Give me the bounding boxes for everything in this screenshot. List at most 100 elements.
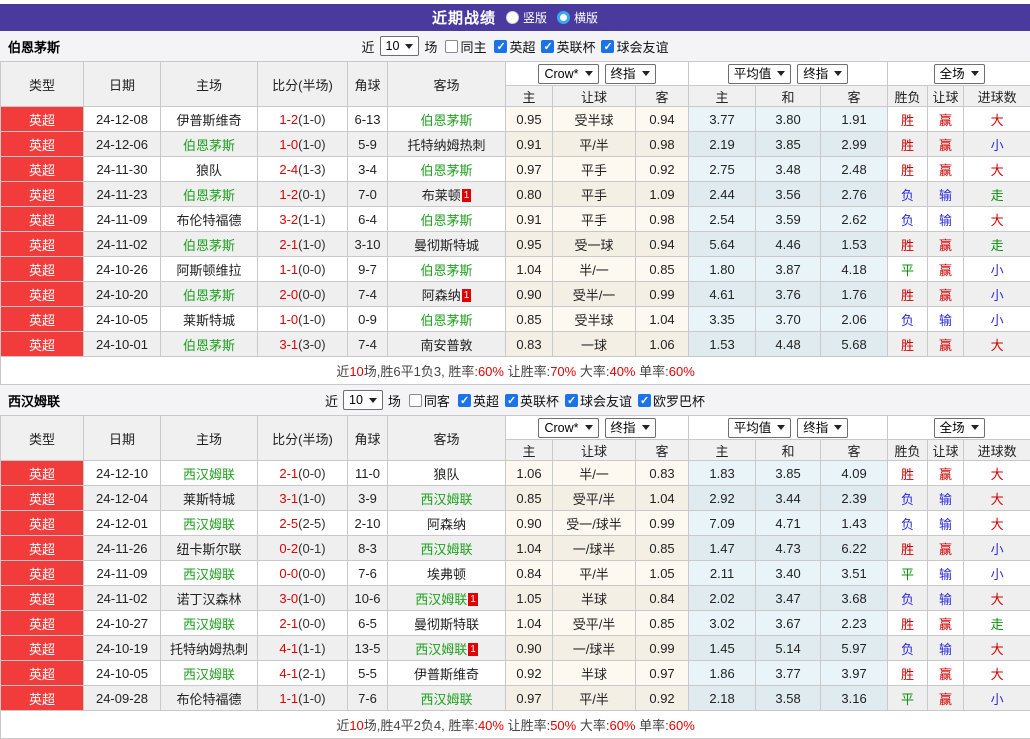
away-team-cell: 西汉姆联1 [388, 636, 506, 661]
away-team-cell: 埃弗顿 [388, 561, 506, 586]
fulltime-score: 1-0 [279, 312, 298, 327]
view-option-horizontal[interactable]: 横版 [557, 9, 598, 26]
halftime-score: (3-0) [298, 337, 325, 352]
away-team-cell: 曼彻斯特联 [388, 611, 506, 636]
chevron-down-icon [834, 71, 842, 76]
verdict-cell: 输 [928, 207, 964, 232]
date-cell: 24-12-04 [84, 486, 161, 511]
same-venue-filter[interactable]: 同主 [445, 37, 486, 56]
summary-text: 近10场,胜4平2负4, 胜率:40% 让胜率:50% 大率:60% 单率:60… [1, 711, 1030, 739]
average-odds-cell: 4.46 [756, 232, 821, 257]
column-header: 客 [636, 440, 689, 461]
verdict-cell: 小 [964, 307, 1030, 332]
verdict-cell: 小 [964, 536, 1030, 561]
verdict-cell: 大 [964, 157, 1030, 182]
league-filter-label: 英联杯 [556, 37, 595, 56]
average-odds-cell: 2.62 [821, 207, 888, 232]
home-team-cell: 托特纳姆热刺 [161, 636, 258, 661]
chevron-down-icon [834, 425, 842, 430]
rows: 英超24-12-10西汉姆联2-1(0-0)11-0狼队1.06半/一0.831… [1, 461, 1030, 711]
verdict-cell: 胜 [888, 461, 928, 486]
verdict-cell: 大 [964, 511, 1030, 536]
away-team-cell: 曼彻斯特城 [388, 232, 506, 257]
verdict-cell: 平 [888, 561, 928, 586]
average-select[interactable]: 平均值 [728, 64, 792, 84]
average-odds-cell: 3.48 [756, 157, 821, 182]
column-header: 让球 [553, 86, 636, 107]
fulltime-score: 2-0 [279, 287, 298, 302]
handicap-odds-cell: 0.90 [506, 636, 553, 661]
halftime-score: (2-5) [298, 516, 325, 531]
average-odds-cell: 3.59 [756, 207, 821, 232]
away-team-name: 曼彻斯特联 [414, 617, 479, 632]
average-odds-cell: 3.68 [821, 586, 888, 611]
away-team-name: 西汉姆联 [420, 492, 472, 507]
league-filter[interactable]: 英联杯 [541, 37, 595, 56]
handicap-odds-cell: 1.09 [636, 182, 689, 207]
date-cell: 24-10-19 [84, 636, 161, 661]
league-filter[interactable]: 英超 [458, 391, 499, 410]
away-team-cell: 南安普敦 [388, 332, 506, 357]
same-venue-filter[interactable]: 同客 [409, 391, 450, 410]
scope-select[interactable]: 全场 [934, 418, 985, 438]
match-row: 英超24-10-01伯恩茅斯3-1(3-0)7-4南安普敦0.83一球1.061… [1, 332, 1030, 357]
bookmaker-select[interactable]: Crow* [538, 418, 598, 438]
league-filter[interactable]: 英超 [494, 37, 535, 56]
scope-select[interactable]: 全场 [934, 64, 985, 84]
select-value: 终指 [611, 66, 636, 82]
summary-segment: 40% [609, 364, 635, 379]
date-cell: 24-11-09 [84, 207, 161, 232]
match-row: 英超24-12-06伯恩茅斯1-0(1-0)5-9托特纳姆热刺0.91平/半0.… [1, 132, 1030, 157]
handicap-odds-cell: 平/半 [553, 561, 636, 586]
odds-stage-select[interactable]: 终指 [605, 64, 656, 84]
verdict-cell: 小 [964, 282, 1030, 307]
league-badge: 英超 [1, 561, 84, 586]
home-team-cell: 伯恩茅斯 [161, 132, 258, 157]
verdict-cell: 走 [964, 232, 1030, 257]
corners-cell: 6-5 [348, 611, 388, 636]
league-filter[interactable]: 球会友谊 [565, 391, 632, 410]
near-label: 近 [325, 391, 338, 410]
verdict-cell: 平 [888, 686, 928, 711]
corners-cell: 6-13 [348, 107, 388, 132]
recent-count-select[interactable]: 10 [343, 390, 383, 410]
match-row: 英超24-12-10西汉姆联2-1(0-0)11-0狼队1.06半/一0.831… [1, 461, 1030, 486]
halftime-score: (1-0) [298, 591, 325, 606]
odds-stage-select[interactable]: 终指 [605, 418, 656, 438]
league-filter[interactable]: 英联杯 [505, 391, 559, 410]
average-odds-cell: 3.70 [756, 307, 821, 332]
corners-cell: 0-9 [348, 307, 388, 332]
handicap-odds-cell: 0.85 [636, 536, 689, 561]
home-team-name: 布伦特福德 [176, 692, 241, 707]
handicap-odds-cell: 半/一 [553, 257, 636, 282]
filter-row: 西汉姆联 近 10 场 同客 英超英联杯球会友谊欧罗巴杯 [0, 385, 1030, 415]
league-filter[interactable]: 球会友谊 [601, 37, 668, 56]
column-header: 胜负 [888, 440, 928, 461]
corners-cell: 13-5 [348, 636, 388, 661]
column-header: 进球数 [964, 86, 1030, 107]
league-filter[interactable]: 欧罗巴杯 [638, 391, 705, 410]
score-cell: 2-1(0-0) [258, 461, 348, 486]
view-option-vertical[interactable]: 竖版 [506, 9, 547, 26]
home-team-name: 伯恩茅斯 [183, 288, 235, 303]
handicap-odds-cell: 0.84 [636, 586, 689, 611]
odds-stage-select[interactable]: 终指 [797, 418, 848, 438]
handicap-odds-cell: 0.94 [636, 232, 689, 257]
verdict-cell: 大 [964, 107, 1030, 132]
average-odds-cell: 2.48 [821, 157, 888, 182]
corners-cell: 5-9 [348, 132, 388, 157]
average-select[interactable]: 平均值 [728, 418, 792, 438]
average-odds-cell: 2.99 [821, 132, 888, 157]
score-cell: 2-1(1-0) [258, 232, 348, 257]
odds-stage-select[interactable]: 终指 [797, 64, 848, 84]
recent-count-select[interactable]: 10 [380, 36, 420, 56]
summary-segment: 单率: [636, 718, 669, 733]
checkbox-icon [505, 394, 518, 407]
away-team-cell: 伊普斯维奇 [388, 661, 506, 686]
bookmaker-select[interactable]: Crow* [538, 64, 598, 84]
corners-cell: 7-6 [348, 686, 388, 711]
date-cell: 24-10-05 [84, 661, 161, 686]
average-odds-cell: 5.97 [821, 636, 888, 661]
match-row: 英超24-11-02伯恩茅斯2-1(1-0)3-10曼彻斯特城0.95受一球0.… [1, 232, 1030, 257]
verdict-cell: 负 [888, 307, 928, 332]
